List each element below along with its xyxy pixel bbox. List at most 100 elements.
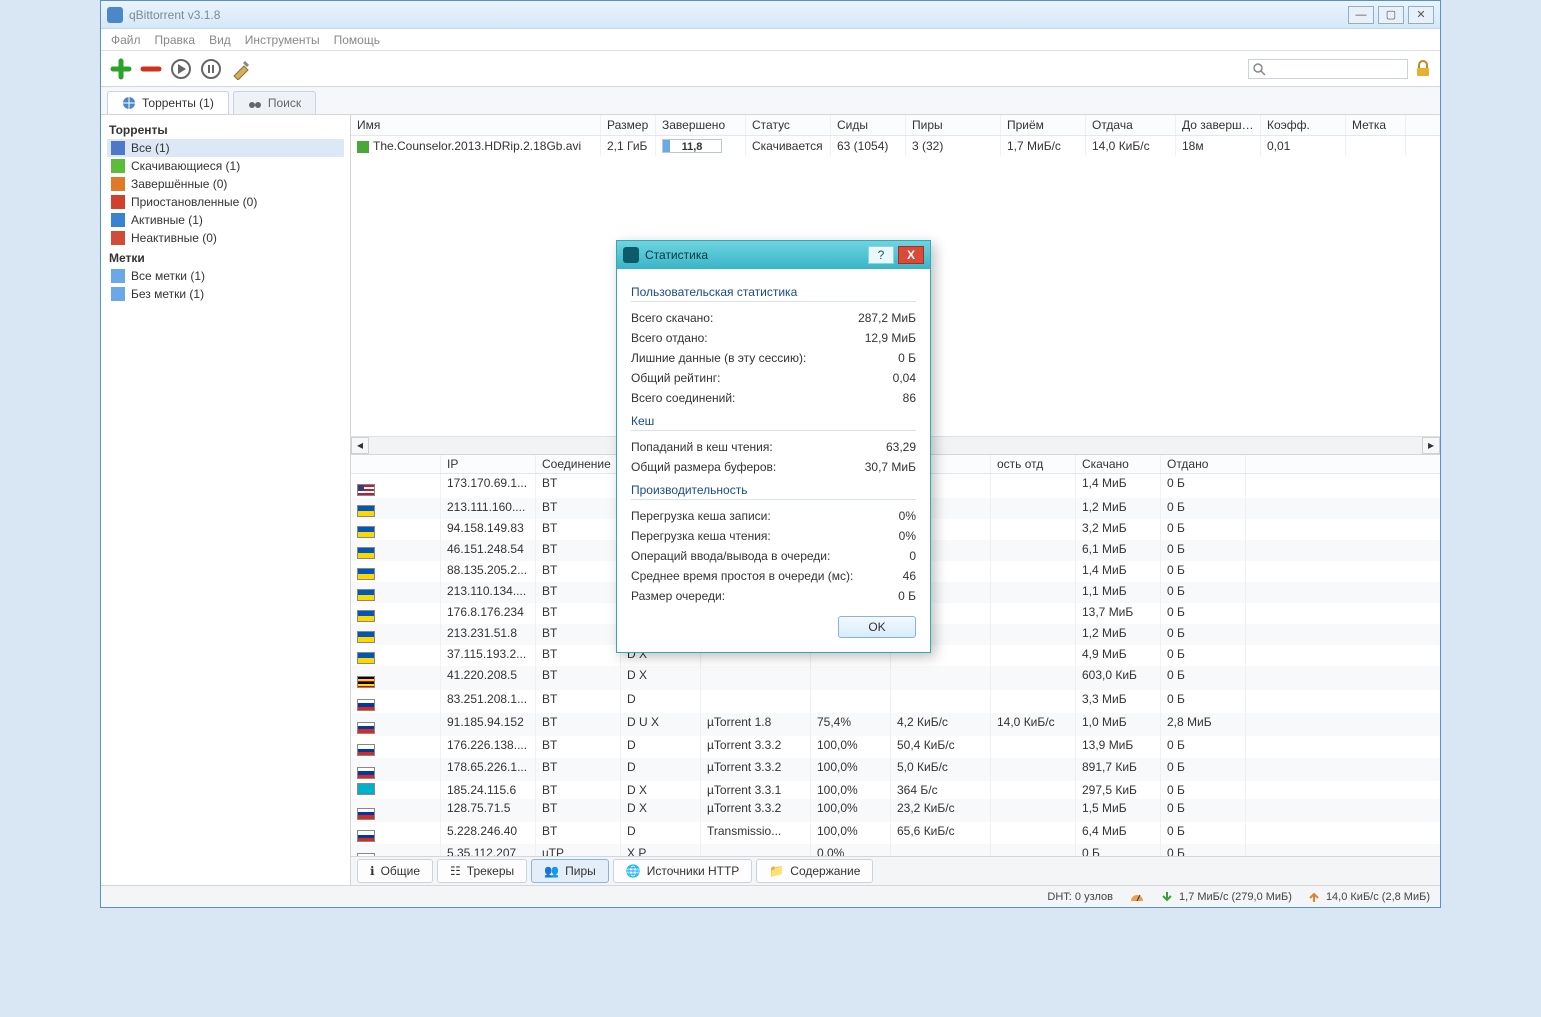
peer-row[interactable]: 176.226.138....BTDµTorrent 3.3.2100,0%50…	[351, 736, 1440, 759]
window-title: qBittorrent v3.1.8	[129, 8, 1348, 22]
col-recv[interactable]: Приём	[1001, 115, 1086, 135]
stat-row: Среднее время простоя в очереди (мс):46	[631, 566, 916, 586]
dlg-section-user: Пользовательская статистика	[631, 285, 916, 302]
pcol-ip[interactable]: IP	[441, 455, 536, 473]
sidebar-label-item[interactable]: Без метки (1)	[107, 285, 344, 303]
peer-row[interactable]: 91.185.94.152BTD U XµTorrent 1.875,4%4,2…	[351, 713, 1440, 736]
pcol-up[interactable]: ость отд	[991, 455, 1076, 473]
tracker-icon: ☷	[450, 864, 461, 878]
menu-file[interactable]: Файл	[111, 33, 141, 47]
sidebar-item[interactable]: Активные (1)	[107, 211, 344, 229]
peer-row[interactable]: 5.228.246.40BTDTransmissio...100,0%65,6 …	[351, 822, 1440, 845]
stat-row: Лишние данные (в эту сессию):0 Б	[631, 348, 916, 368]
statistics-dialog: Статистика ? X Пользовательская статисти…	[616, 240, 931, 653]
close-button[interactable]: ✕	[1408, 6, 1434, 24]
status-icon	[111, 231, 125, 245]
dialog-title: Статистика	[645, 248, 864, 262]
flag-icon	[357, 676, 375, 688]
main-tabs: Торренты (1) Поиск	[101, 87, 1440, 115]
resume-button[interactable]	[169, 57, 193, 81]
flag-icon	[357, 631, 375, 643]
lock-icon[interactable]	[1414, 60, 1432, 78]
stat-row: Перегрузка кеша записи:0%	[631, 506, 916, 526]
status-icon	[111, 213, 125, 227]
sidebar-item[interactable]: Все (1)	[107, 139, 344, 157]
btab-general[interactable]: ℹОбщие	[357, 859, 433, 883]
pcol-dl[interactable]: Скачано	[1076, 455, 1161, 473]
peer-row[interactable]: 41.220.208.5BTD X603,0 КиБ0 Б	[351, 666, 1440, 690]
torrent-row[interactable]: The.Counselor.2013.HDRip.2.18Gb.avi 2,1 …	[351, 136, 1440, 156]
btab-peers[interactable]: 👥Пиры	[531, 859, 609, 883]
btab-trackers[interactable]: ☷Трекеры	[437, 859, 527, 883]
menu-tools[interactable]: Инструменты	[245, 33, 320, 47]
tab-search[interactable]: Поиск	[233, 91, 316, 114]
torrent-header: Имя Размер Завершено Статус Сиды Пиры Пр…	[351, 115, 1440, 136]
col-done[interactable]: Завершено	[656, 115, 746, 135]
stat-row: Операций ввода/вывода в очереди:0	[631, 546, 916, 566]
peer-row[interactable]: 185.24.115.6BTD XµTorrent 3.3.1100,0%364…	[351, 781, 1440, 799]
sidebar-heading-labels: Метки	[109, 251, 344, 265]
col-status[interactable]: Статус	[746, 115, 831, 135]
col-peers[interactable]: Пиры	[906, 115, 1001, 135]
pcol-ul[interactable]: Отдано	[1161, 455, 1246, 473]
peers-icon: 👥	[544, 864, 559, 878]
add-button[interactable]	[109, 57, 133, 81]
flag-icon	[357, 744, 375, 756]
col-send[interactable]: Отдача	[1086, 115, 1176, 135]
flag-icon	[357, 589, 375, 601]
stat-row: Общий рейтинг:0,04	[631, 368, 916, 388]
binoculars-icon	[248, 96, 262, 110]
col-eta[interactable]: До завершен	[1176, 115, 1261, 135]
pause-button[interactable]	[199, 57, 223, 81]
peer-row[interactable]: 178.65.226.1...BTDµTorrent 3.3.2100,0%5,…	[351, 758, 1440, 781]
menu-help[interactable]: Помощь	[334, 33, 380, 47]
sidebar-item[interactable]: Неактивные (0)	[107, 229, 344, 247]
menubar: Файл Правка Вид Инструменты Помощь	[101, 29, 1440, 51]
col-ratio[interactable]: Коэфф.	[1261, 115, 1346, 135]
stat-row: Всего скачано:287,2 МиБ	[631, 308, 916, 328]
titlebar: qBittorrent v3.1.8 — ▢ ✕	[101, 1, 1440, 29]
stat-row: Размер очереди:0 Б	[631, 586, 916, 606]
pcol-conn[interactable]: Соединение	[536, 455, 621, 473]
flag-icon	[357, 808, 375, 820]
sidebar-item[interactable]: Приостановленные (0)	[107, 193, 344, 211]
status-speed-icon[interactable]	[1129, 891, 1145, 903]
remove-button[interactable]	[139, 57, 163, 81]
dialog-close-button[interactable]: X	[898, 246, 924, 264]
sidebar-item[interactable]: Скачивающиеся (1)	[107, 157, 344, 175]
flag-icon	[357, 830, 375, 842]
app-icon	[107, 7, 123, 23]
menu-edit[interactable]: Правка	[155, 33, 196, 47]
btab-content[interactable]: 📁Содержание	[756, 859, 873, 883]
peer-row[interactable]: 5.35.112.207uTPX P0,0%0 Б0 Б	[351, 844, 1440, 857]
dlg-section-cache: Кеш	[631, 414, 916, 431]
dialog-help-button[interactable]: ?	[868, 246, 894, 264]
menu-view[interactable]: Вид	[209, 33, 231, 47]
info-icon: ℹ	[370, 864, 375, 878]
pcol-flag[interactable]	[351, 455, 441, 473]
col-label[interactable]: Метка	[1346, 115, 1406, 135]
search-icon	[1252, 62, 1266, 76]
status-dht[interactable]: DHT: 0 узлов	[1047, 891, 1113, 903]
col-size[interactable]: Размер	[601, 115, 656, 135]
peer-row[interactable]: 83.251.208.1...BTD3,3 МиБ0 Б	[351, 690, 1440, 713]
col-seeds[interactable]: Сиды	[831, 115, 906, 135]
status-icon	[111, 195, 125, 209]
col-name[interactable]: Имя	[351, 115, 601, 135]
dlg-section-perf: Производительность	[631, 483, 916, 500]
status-down[interactable]: 1,7 МиБ/с (279,0 МиБ)	[1161, 891, 1292, 903]
peer-row[interactable]: 128.75.71.5BTD XµTorrent 3.3.2100,0%23,2…	[351, 799, 1440, 822]
sidebar-label-item[interactable]: Все метки (1)	[107, 267, 344, 285]
tab-torrents[interactable]: Торренты (1)	[107, 91, 229, 114]
maximize-button[interactable]: ▢	[1378, 6, 1404, 24]
status-up[interactable]: 14,0 КиБ/с (2,8 МиБ)	[1308, 891, 1430, 903]
flag-icon	[357, 526, 375, 538]
dialog-ok-button[interactable]: OK	[838, 616, 916, 638]
btab-http[interactable]: 🌐Источники HTTP	[613, 859, 753, 883]
stat-row: Всего соединений:86	[631, 388, 916, 408]
search-input[interactable]	[1248, 59, 1408, 79]
settings-button[interactable]	[229, 57, 253, 81]
sidebar-item[interactable]: Завершённые (0)	[107, 175, 344, 193]
minimize-button[interactable]: —	[1348, 6, 1374, 24]
stat-row: Попаданий в кеш чтения:63,29	[631, 437, 916, 457]
